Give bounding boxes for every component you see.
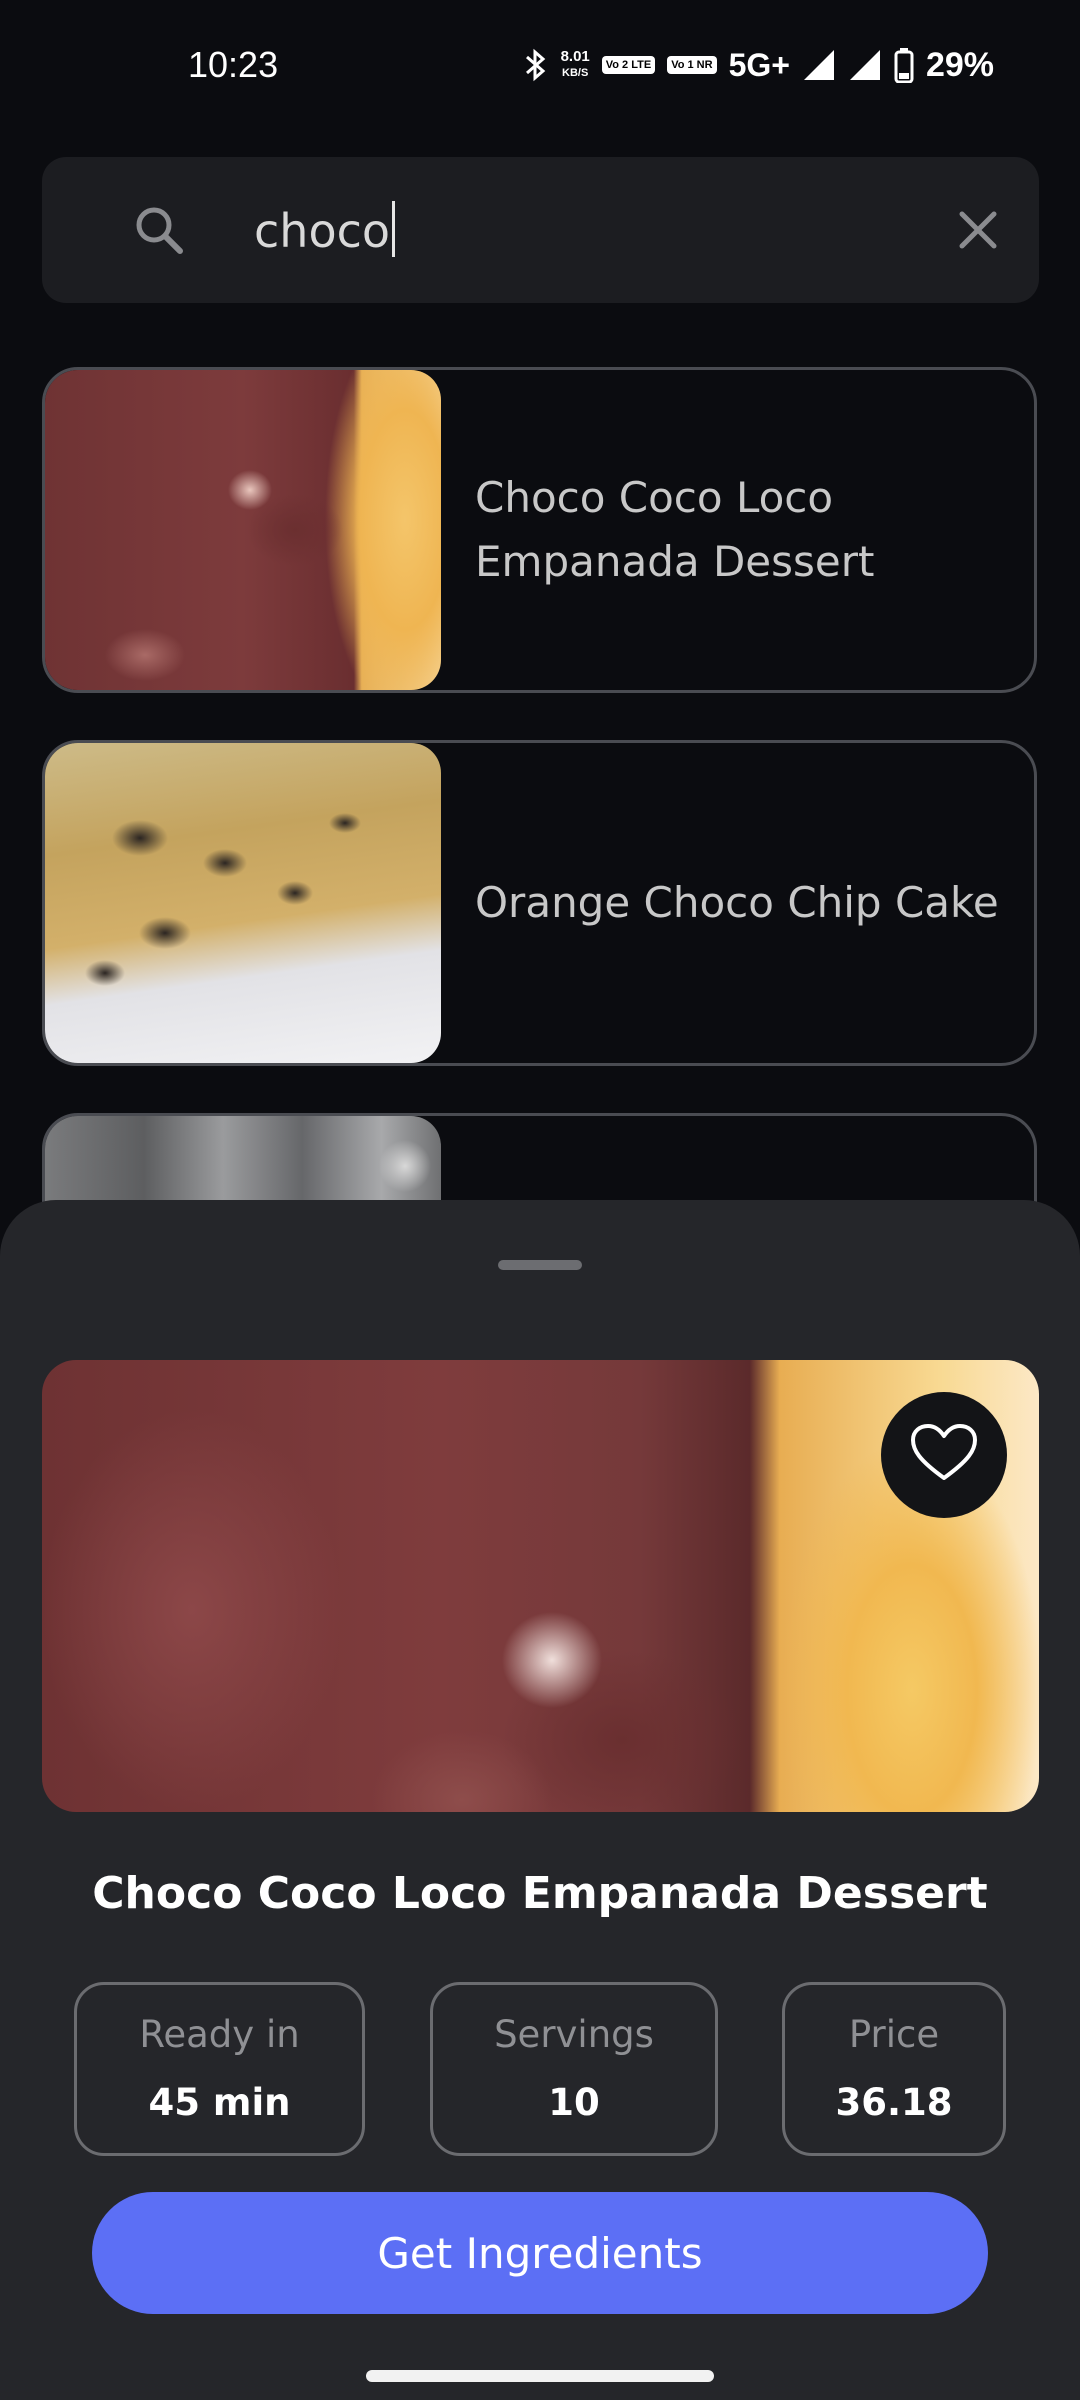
recipe-detail-sheet: Choco Coco Loco Empanada Dessert Ready i…	[0, 1200, 1080, 2400]
price-box: Price 36.18	[782, 1982, 1006, 2156]
recipe-card[interactable]: Orange Choco Chip Cake	[42, 740, 1037, 1066]
ready-in-label: Ready in	[139, 2013, 300, 2056]
screen: 10:23 8.01 KB/S Vo 2 LTE Vo 1 NR 5G+ 29%…	[0, 0, 1080, 2400]
favorite-button[interactable]	[881, 1392, 1007, 1518]
recipe-thumbnail	[45, 743, 441, 1063]
network-type: 5G+	[728, 46, 790, 83]
price-value: 36.18	[835, 2081, 953, 2124]
sheet-drag-handle[interactable]	[498, 1260, 582, 1270]
recipe-hero-image	[42, 1360, 1039, 1812]
servings-label: Servings	[494, 2013, 654, 2056]
recipe-card-title: Choco Coco Loco Empanada Dessert	[475, 473, 875, 586]
get-ingredients-button[interactable]: Get Ingredients	[92, 2192, 988, 2314]
text-caret	[392, 201, 396, 257]
servings-box: Servings 10	[430, 1982, 718, 2156]
ready-in-box: Ready in 45 min	[74, 1982, 365, 2156]
search-input[interactable]: choco	[254, 201, 396, 258]
search-bar[interactable]: choco	[42, 157, 1039, 303]
recipe-card[interactable]: Choco Coco Loco Empanada Dessert	[42, 367, 1037, 693]
ready-in-value: 45 min	[148, 2081, 291, 2124]
servings-value: 10	[548, 2081, 600, 2124]
network-speed: 8.01 KB/S	[561, 49, 590, 81]
status-time: 10:23	[188, 44, 279, 85]
price-label: Price	[848, 2013, 940, 2056]
battery-percent: 29%	[925, 45, 994, 84]
search-icon	[132, 203, 188, 259]
signal-icon	[802, 48, 836, 82]
status-icons: 8.01 KB/S Vo 2 LTE Vo 1 NR 5G+ 29%	[523, 40, 994, 90]
sim1-volte-badge: Vo 2 LTE	[601, 56, 656, 74]
recipe-thumbnail	[45, 370, 441, 690]
recipe-card-title: Orange Choco Chip Cake	[475, 878, 999, 927]
recipe-title: Choco Coco Loco Empanada Dessert	[92, 1868, 988, 1919]
battery-icon	[894, 47, 914, 83]
speed-unit: KB/S	[562, 67, 589, 79]
signal-icon-2	[848, 48, 882, 82]
home-indicator[interactable]	[366, 2370, 714, 2382]
status-bar: 10:23 8.01 KB/S Vo 2 LTE Vo 1 NR 5G+ 29%	[0, 0, 1080, 130]
heart-outline-icon	[909, 1422, 979, 1488]
speed-value: 8.01	[560, 48, 590, 65]
close-icon[interactable]	[953, 205, 1003, 255]
sim2-volte-badge: Vo 1 NR	[667, 56, 717, 74]
search-query: choco	[254, 204, 391, 258]
bluetooth-icon	[523, 47, 549, 83]
